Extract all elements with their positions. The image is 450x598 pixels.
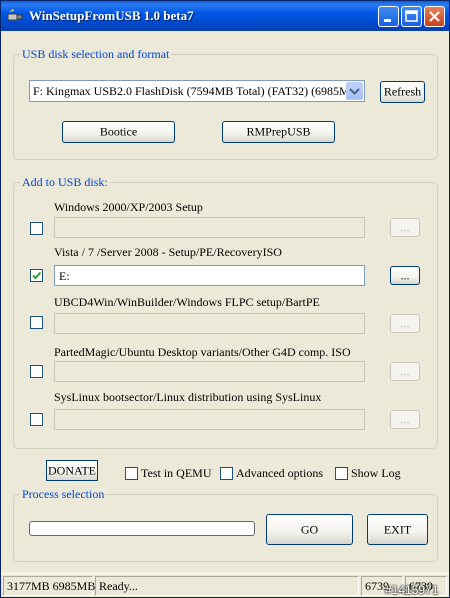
browse-button-partedmagic[interactable]: ... [390,362,420,381]
dropdown-arrow-button[interactable] [346,82,363,100]
status-disk-sizes: 3177MB 6985MB [3,576,96,596]
refresh-button[interactable]: Refresh [380,81,425,103]
bootice-button[interactable]: Bootice [62,121,175,143]
usb-disk-select-value: F: Kingmax USB2.0 FlashDisk (7594MB Tota… [33,84,349,98]
chevron-down-icon [349,88,360,95]
source-checkbox-winxp[interactable] [30,222,43,235]
source-path-partedmagic[interactable] [54,361,365,382]
browse-button-ubcd4win[interactable]: ... [390,314,420,333]
rmprepusb-button-label: RMPrepUSB [246,124,311,139]
go-button[interactable]: GO [266,514,353,545]
source-path-ubcd4win[interactable] [54,313,365,334]
source-label-winxp: Windows 2000/XP/2003 Setup [54,200,203,214]
bootice-button-label: Bootice [99,124,138,139]
main-window: WinSetupFromUSB 1.0 beta7 USB disk selec… [0,0,450,598]
source-path-vista7[interactable]: E: [54,265,365,286]
rmprepusb-button[interactable]: RMPrepUSB [222,121,335,143]
source-path-winxp[interactable] [54,217,365,238]
show-log-label: Show Log [351,466,401,480]
source-checkbox-vista7[interactable] [30,269,43,282]
source-path-syslinux[interactable] [54,409,365,430]
source-checkbox-ubcd4win[interactable] [30,316,43,329]
status-disk-sizes-text: 3177MB 6985MB [7,579,96,593]
source-checkbox-partedmagic[interactable] [30,365,43,378]
usb-selection-group-label: USB disk selection and format [20,47,172,62]
status-bar: 3177MB 6985MB Ready... 6739 6739 [1,573,449,597]
maximize-button[interactable] [401,6,422,27]
browse-button-syslinux[interactable]: ... [390,410,420,429]
advanced-options-checkbox[interactable] [220,467,233,480]
window-title: WinSetupFromUSB 1.0 beta7 [29,8,194,23]
donate-button-label: DONATE [48,463,96,477]
source-label-ubcd4win: UBCD4Win/WinBuilder/Windows FLPC setup/B… [54,295,320,309]
source-checkbox-syslinux[interactable] [30,413,43,426]
watermark: #1415971 [385,583,439,597]
source-path-vista7-value: E: [59,269,70,283]
browse-button-winxp[interactable]: ... [390,218,420,237]
show-log-checkbox[interactable] [335,467,348,480]
minimize-button[interactable] [378,6,399,27]
refresh-button-label: Refresh [383,84,422,99]
source-label-partedmagic: PartedMagic/Ubuntu Desktop variants/Othe… [54,345,351,359]
close-button[interactable] [424,6,445,27]
source-label-syslinux: SysLinux bootsector/Linux distribution u… [54,390,322,404]
checkmark-icon [32,271,42,280]
maximize-icon [405,10,418,22]
status-message: Ready... [95,576,359,596]
advanced-options-label: Advanced options [236,466,323,480]
go-button-label: GO [300,522,319,536]
exit-button-label: EXIT [383,522,412,536]
donate-button[interactable]: DONATE [46,460,98,481]
title-bar[interactable]: WinSetupFromUSB 1.0 beta7 [1,1,449,31]
browse-button-ubcd4win-label: ... [400,316,410,330]
close-icon [429,11,440,22]
test-qemu-checkbox[interactable] [125,467,138,480]
browse-button-vista7-label: ... [400,268,410,282]
process-selection-group-label: Process selection [20,487,107,502]
source-label-vista7: Vista / 7 /Server 2008 - Setup/PE/Recove… [54,245,282,259]
browse-button-winxp-label: ... [400,220,410,234]
minimize-icon [384,19,391,22]
usb-disk-select[interactable]: F: Kingmax USB2.0 FlashDisk (7594MB Tota… [29,80,365,102]
test-qemu-label: Test in QEMU [141,466,212,480]
exit-button[interactable]: EXIT [367,514,428,545]
status-message-text: Ready... [99,579,138,593]
usb-selection-group [13,54,438,160]
browse-button-syslinux-label: ... [400,412,410,426]
usb-app-icon [7,9,23,21]
add-to-usb-group-label: Add to USB disk: [20,175,110,190]
progress-bar [29,521,255,536]
browse-button-vista7[interactable]: ... [390,266,420,285]
browse-button-partedmagic-label: ... [400,364,410,378]
